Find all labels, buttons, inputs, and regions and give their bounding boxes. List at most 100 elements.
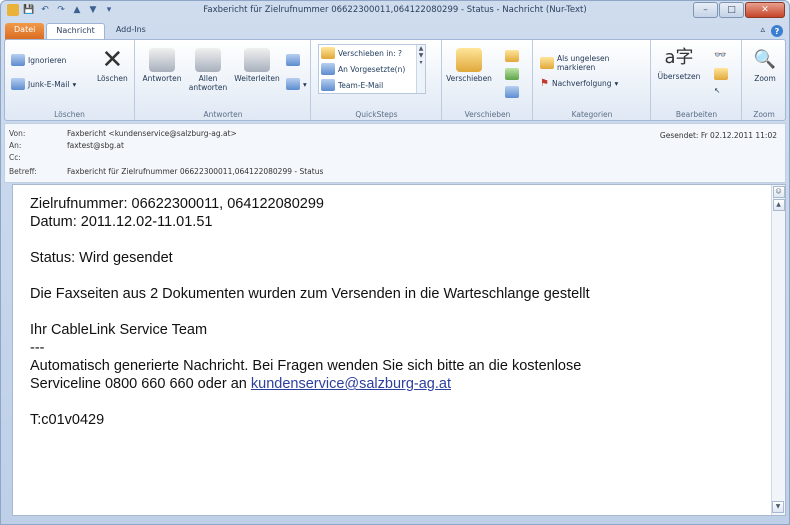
quickstep-team-email[interactable]: Team-E-Mail [319, 77, 425, 93]
forward-button[interactable]: Weiterleiten [234, 48, 280, 83]
close-button[interactable]: ✕ [745, 2, 785, 18]
people-pane-icon[interactable]: ☺ [772, 186, 785, 198]
email-link[interactable]: kundenservice@salzburg-ag.at [251, 376, 451, 392]
onenote-button[interactable] [505, 68, 519, 80]
group-label-quicksteps: QuickSteps [355, 110, 398, 119]
find-button[interactable]: 👓 [714, 50, 726, 61]
subject-value: Faxbericht für Zielrufnummer 06622300011… [67, 167, 324, 176]
window-controls: – □ ✕ [693, 2, 785, 18]
subject-label: Betreff: [9, 167, 37, 176]
group-label-zoom: Zoom [753, 110, 775, 119]
message-content: Zielrufnummer: 06622300011, 064122080299… [30, 195, 760, 429]
minimize-button[interactable]: – [693, 2, 718, 18]
group-loeschen: Ignorieren Junk-E-Mail ▾ ✕ Löschen Lösch… [5, 40, 135, 120]
body-text-serviceline: Serviceline 0800 660 660 oder an [30, 376, 251, 392]
reply-all-icon [195, 48, 221, 72]
move-label: Verschieben [446, 74, 492, 83]
actions-icon [505, 86, 519, 98]
chevron-down-icon: ▾ [614, 79, 619, 88]
body-line-datum: Datum: 2011.12.02-11.01.51 [30, 214, 213, 230]
from-label: Von: [9, 129, 26, 138]
sent-date: Gesendet: Fr 02.12.2011 11:02 [659, 131, 777, 140]
scroll-down-arrow[interactable]: ▼ [772, 501, 784, 513]
move-button[interactable]: Verschieben [446, 48, 492, 83]
tab-datei[interactable]: Datei [5, 23, 45, 40]
group-label-loeschen: Löschen [54, 110, 85, 119]
forward-icon [244, 48, 270, 72]
reply-all-button[interactable]: Allen antworten [188, 48, 228, 92]
envelope-icon [540, 57, 554, 69]
select-button[interactable]: ↖ [714, 86, 720, 95]
maximize-button[interactable]: □ [719, 2, 744, 18]
body-line-info: Die Faxseiten aus 2 Dokumenten wurden zu… [30, 286, 590, 302]
group-label-verschieben: Verschieben [464, 110, 511, 119]
flag-icon: ⚑ [540, 78, 549, 89]
reply-button[interactable]: Antworten [142, 48, 182, 83]
from-value[interactable]: Faxbericht <kundenservice@salzburg-ag.at… [67, 129, 237, 138]
cc-label: Cc: [9, 153, 21, 162]
ignore-label: Ignorieren [28, 55, 67, 65]
to-label: An: [9, 141, 22, 150]
rules-icon [505, 50, 519, 62]
onenote-icon [505, 68, 519, 80]
scroll-up-arrow[interactable]: ▲ [772, 199, 785, 211]
vertical-scrollbar[interactable]: ☺ ▲ ▼ [771, 185, 785, 515]
group-quicksteps: Verschieben in: ? An Vorgesetzte(n) Team… [312, 40, 442, 120]
ribbon: Ignorieren Junk-E-Mail ▾ ✕ Löschen Lösch… [4, 39, 786, 121]
quickstep-label: An Vorgesetzte(n) [338, 64, 406, 74]
group-verschieben: Verschieben Verschieben [443, 40, 533, 120]
rules-button[interactable] [505, 50, 519, 62]
help-icon[interactable]: ? [771, 25, 783, 37]
meeting-icon [286, 54, 300, 66]
chevron-down-icon: ▾ [72, 79, 77, 89]
zoom-button[interactable]: 🔍 Zoom [749, 48, 781, 83]
body-line-auto1: Automatisch generierte Nachricht. Bei Fr… [30, 358, 582, 374]
binoculars-icon: 👓 [714, 50, 727, 61]
body-line-team: Ihr CableLink Service Team [30, 322, 208, 338]
mark-unread-button[interactable]: Als ungelesen markieren [540, 54, 650, 72]
quicksteps-scroll[interactable]: ▲ ▼ ▾ [416, 45, 425, 93]
cc-row: Cc: [9, 153, 67, 162]
meeting-button[interactable] [286, 54, 300, 66]
group-label-bearbeiten: Bearbeiten [675, 110, 718, 119]
group-antworten: Antworten Allen antworten Weiterleiten ▾ … [136, 40, 311, 120]
delete-button[interactable]: ✕ Löschen [97, 45, 128, 83]
tab-add-ins[interactable]: Add-Ins [107, 23, 155, 40]
junk-icon [11, 78, 25, 90]
ignore-button[interactable]: Ignorieren [11, 54, 66, 66]
quickstep-move-to[interactable]: Verschieben in: ? [319, 45, 425, 61]
reply-all-label: Allen antworten [188, 74, 228, 92]
body-line-zielrufnummer: Zielrufnummer: 06622300011, 064122080299 [30, 196, 324, 212]
cursor-icon: ↖ [714, 86, 721, 95]
message-body[interactable]: Zielrufnummer: 06622300011, 064122080299… [12, 184, 786, 516]
actions-button[interactable] [505, 86, 519, 98]
body-separator: --- [30, 340, 45, 356]
translate-label: Übersetzen [657, 72, 701, 81]
move-icon [321, 47, 335, 59]
message-header: Von: Faxbericht <kundenservice@salzburg-… [4, 123, 786, 183]
to-value[interactable]: faxtest@sbg.at [67, 141, 124, 150]
body-line-code: T:c01v0429 [30, 412, 105, 428]
translate-button[interactable]: a字 Übersetzen [656, 46, 702, 81]
ignore-icon [11, 54, 25, 66]
follow-up-button[interactable]: ⚑ Nachverfolgung ▾ [540, 78, 618, 89]
magnifier-icon: 🔍 [753, 49, 777, 70]
related-icon [714, 68, 728, 80]
group-label-kategorien: Kategorien [571, 110, 613, 119]
minimize-ribbon-icon[interactable]: ▵ [760, 25, 765, 37]
more-respond-button[interactable]: ▾ [286, 78, 307, 90]
tab-nachricht[interactable]: Nachricht [46, 23, 105, 40]
junk-email-button[interactable]: Junk-E-Mail ▾ [11, 78, 76, 90]
delete-icon: ✕ [101, 45, 124, 75]
group-label-antworten: Antworten [203, 110, 243, 119]
junk-label: Junk-E-Mail [28, 79, 70, 89]
manager-icon [321, 63, 335, 75]
quickstep-label: Team-E-Mail [338, 80, 384, 90]
window-title: Faxbericht für Zielrufnummer 06622300011… [203, 5, 587, 15]
quicksteps-gallery: Verschieben in: ? An Vorgesetzte(n) Team… [318, 44, 426, 94]
related-button[interactable] [714, 68, 728, 80]
quickstep-to-manager[interactable]: An Vorgesetzte(n) [319, 61, 425, 77]
body-line-auto2: Serviceline 0800 660 660 oder an kundens… [30, 375, 760, 393]
group-bearbeiten: a字 Übersetzen 👓 ↖ Bearbeiten [652, 40, 742, 120]
reply-icon [149, 48, 175, 72]
